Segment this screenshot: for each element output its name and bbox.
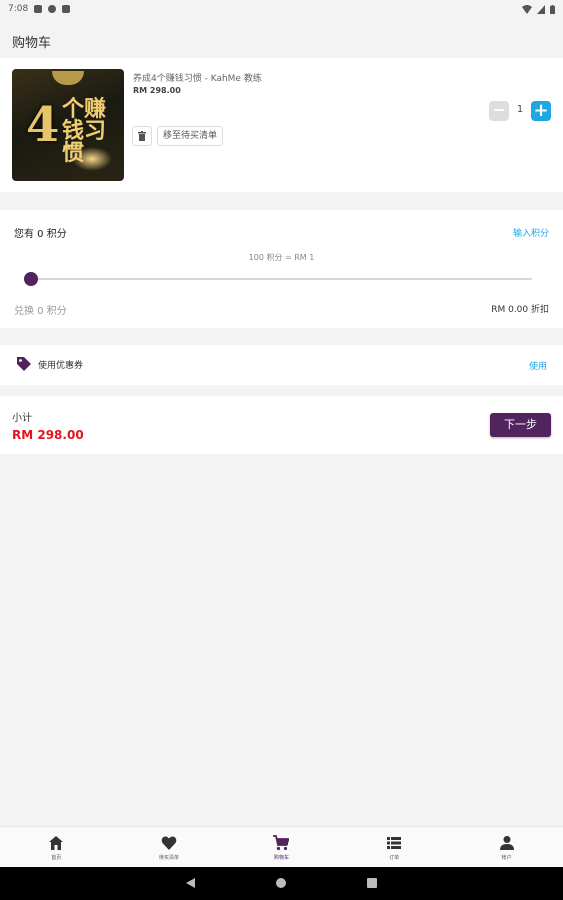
product-image-number: 4 — [26, 97, 60, 153]
back-icon[interactable] — [186, 878, 195, 888]
points-rate: 100 积分 = RM 1 — [248, 253, 315, 262]
glow-decoration — [72, 147, 112, 171]
home-icon — [49, 836, 64, 850]
nav-item-orders[interactable]: 订单 — [338, 827, 451, 867]
quantity-decrease-button[interactable]: − — [489, 101, 509, 121]
battery-icon — [550, 4, 555, 14]
points-slider-thumb[interactable] — [24, 272, 38, 286]
bottom-nav: 首页 待买清单 购物车 订单 帐户 — [0, 826, 563, 867]
quantity-increase-button[interactable]: + — [531, 101, 551, 121]
product-price: RM 298.00 — [133, 86, 181, 95]
notification-icon — [34, 5, 43, 13]
points-discount: RM 0.00 折扣 — [491, 305, 549, 315]
subtotal-card: 小计 RM 298.00 下一步 — [0, 396, 563, 454]
nav-item-account[interactable]: 帐户 — [450, 827, 563, 867]
tag-icon — [17, 357, 31, 371]
home-circle-icon[interactable] — [276, 878, 286, 888]
nav-label-home: 首页 — [51, 855, 62, 861]
system-nav-bar — [0, 867, 563, 900]
cart-item-card: 4 个赚钱习惯 养成4个赚钱习惯 - KahMe 教练 RM 298.00 移至… — [0, 58, 563, 192]
nav-label-cart: 购物车 — [273, 855, 289, 861]
crest-decoration — [52, 71, 84, 85]
trash-icon — [138, 131, 146, 141]
list-icon — [387, 837, 402, 849]
delete-button[interactable] — [132, 126, 152, 146]
points-balance: 您有 0 积分 — [14, 229, 67, 240]
subtotal-label: 小计 — [12, 413, 32, 424]
recents-icon[interactable] — [367, 878, 377, 888]
coupon-label: 使用优惠券 — [38, 361, 84, 371]
sync-icon — [48, 5, 57, 13]
cart-icon — [273, 835, 290, 851]
points-redeem-label: 兑换 0 积分 — [14, 306, 67, 317]
coupon-card[interactable]: 使用优惠券 使用 — [0, 345, 563, 385]
sim-icon — [62, 5, 71, 13]
nav-item-wishlist[interactable]: 待买清单 — [113, 827, 226, 867]
nav-item-cart[interactable]: 购物车 — [225, 827, 338, 867]
use-coupon-link[interactable]: 使用 — [529, 359, 547, 372]
nav-label-wishlist: 待买清单 — [158, 855, 179, 861]
subtotal-value: RM 298.00 — [12, 428, 84, 442]
nav-label-orders: 订单 — [389, 855, 400, 861]
next-step-button[interactable]: 下一步 — [490, 413, 551, 437]
status-bar: 7:08 — [0, 0, 563, 18]
move-to-wishlist-button[interactable]: 移至待买清单 — [157, 126, 224, 146]
nav-item-home[interactable]: 首页 — [0, 827, 113, 867]
wifi-icon — [522, 4, 532, 14]
enter-points-link[interactable]: 输入积分 — [513, 226, 549, 239]
person-icon — [499, 836, 514, 850]
app-bar: 购物车 — [0, 18, 563, 58]
status-left: 7:08 — [8, 4, 71, 14]
points-slider-track[interactable] — [31, 278, 532, 280]
quantity-value: 1 — [516, 104, 524, 115]
product-title[interactable]: 养成4个赚钱习惯 - KahMe 教练 — [133, 71, 262, 84]
product-image[interactable]: 4 个赚钱习惯 — [12, 69, 124, 181]
status-right — [522, 4, 555, 14]
points-card: 您有 0 积分 输入积分 100 积分 = RM 1 兑换 0 积分 RM 0.… — [0, 210, 563, 328]
heart-icon — [161, 836, 177, 850]
status-time: 7:08 — [8, 4, 29, 14]
nav-label-account: 帐户 — [501, 855, 512, 861]
page-title: 购物车 — [12, 36, 52, 51]
signal-icon — [537, 4, 545, 14]
